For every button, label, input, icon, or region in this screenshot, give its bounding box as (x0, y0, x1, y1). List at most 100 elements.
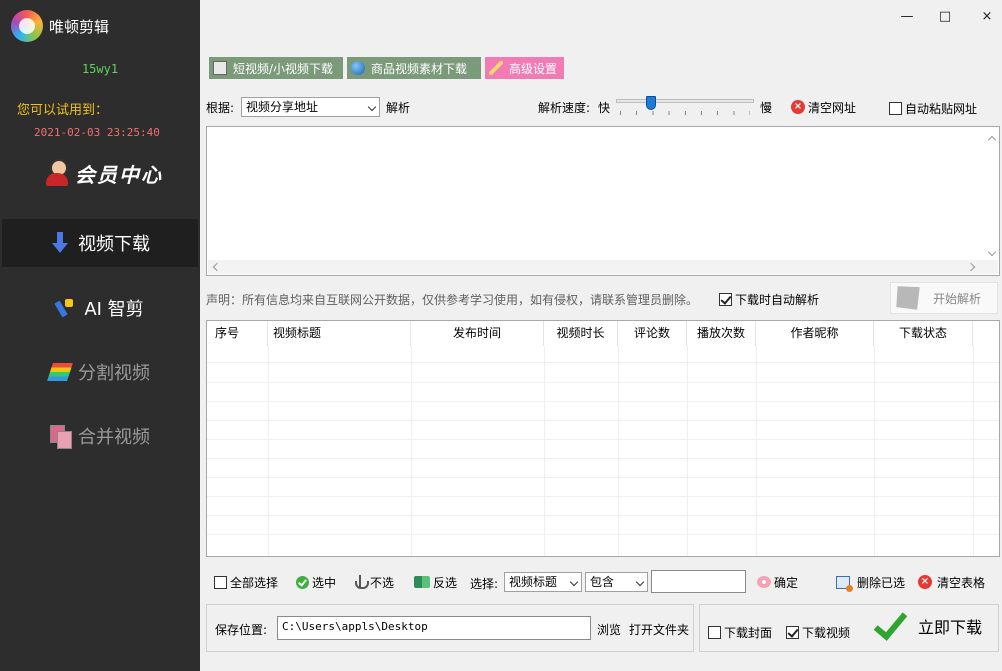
member-center-button[interactable]: 会员中心 (44, 156, 174, 190)
invert-icon (414, 576, 430, 588)
table-column-divider (268, 346, 269, 556)
clear-table-label: 清空表格 (937, 575, 986, 590)
confirm-filter-button[interactable]: 确定 (757, 572, 798, 592)
table-header-title[interactable]: 视频标题 (268, 321, 411, 346)
scroll-left-icon[interactable] (212, 262, 222, 272)
filter-field-select[interactable]: 视频标题 (504, 572, 582, 592)
clear-circle-icon: × (791, 100, 805, 114)
filter-field-value: 视频标题 (509, 575, 558, 589)
tab-label: 高级设置 (509, 61, 558, 76)
minimize-button[interactable]: — (897, 8, 917, 26)
download-cover-checkbox[interactable]: 下载封面 (708, 624, 772, 641)
speed-slider-ticks (620, 111, 750, 115)
filter-text-input[interactable] (651, 570, 746, 593)
table-row (207, 401, 999, 402)
clear-url-button[interactable]: × 清空网址 (787, 96, 859, 118)
document-icon (213, 61, 227, 75)
start-parse-button[interactable]: 开始解析 (890, 282, 998, 314)
chevron-down-icon (367, 102, 377, 112)
scroll-down-icon[interactable] (987, 247, 997, 257)
table-column-divider (544, 346, 545, 556)
scroll-up-icon[interactable] (987, 135, 997, 145)
table-row (207, 362, 999, 363)
clear-url-label: 清空网址 (808, 100, 857, 115)
close-button[interactable]: × (977, 8, 997, 26)
table-column-divider (874, 346, 875, 556)
unselect-label: 不选 (370, 575, 395, 590)
invert-selection-button[interactable]: 反选 (414, 572, 457, 592)
select-button[interactable]: 选中 (296, 572, 336, 592)
disclaimer-text: 声明：所有信息均来自互联网公开数据，仅供参考学习使用，如有侵权，请联系管理员删除… (206, 293, 699, 307)
tab-product-video-download[interactable]: 商品视频素材下载 (347, 57, 481, 79)
table-row (207, 382, 999, 383)
source-label: 根据: (206, 101, 235, 115)
ai-wand-icon (56, 297, 76, 319)
open-folder-button[interactable]: 打开文件夹 (629, 621, 689, 638)
table-column-divider (756, 346, 757, 556)
parse-label: 解析 (386, 101, 411, 115)
username: 15wy1 (81, 62, 119, 76)
speed-slider-track[interactable] (616, 99, 754, 103)
member-avatar-icon (44, 159, 70, 187)
maximize-button[interactable]: □ (935, 8, 955, 26)
download-video-checkbox[interactable]: 下载视频 (786, 624, 850, 641)
chevron-down-icon (569, 577, 579, 587)
invert-label: 反选 (433, 575, 458, 590)
horizontal-scrollbar[interactable] (208, 260, 998, 274)
clear-circle-icon: × (918, 575, 932, 589)
filter-mode-select[interactable]: 包含 (585, 572, 648, 592)
table-header-status[interactable]: 下载状态 (874, 321, 973, 346)
table-column-divider (687, 346, 688, 556)
table-header-index[interactable]: 序号 (207, 321, 268, 346)
split-stripes-icon (47, 363, 73, 381)
table-header-publish-time[interactable]: 发布时间 (411, 321, 544, 346)
sidebar-item-video-download[interactable]: 视频下载 (2, 219, 198, 267)
clear-table-button[interactable]: × 清空表格 (918, 572, 985, 592)
table-column-divider (411, 346, 412, 556)
unselect-button[interactable]: 不选 (354, 572, 394, 592)
speed-slider-thumb[interactable] (646, 96, 657, 110)
tab-advanced-settings[interactable]: 高级设置 (485, 57, 564, 79)
close-icon: × (981, 9, 993, 24)
delete-selected-button[interactable]: 删除已选 (836, 572, 905, 592)
tab-label: 短视频/小视频下载 (233, 61, 334, 76)
checkbox-box (214, 575, 227, 589)
download-video-label: 下载视频 (802, 626, 851, 640)
save-location-label: 保存位置: (215, 623, 268, 637)
table-header-author[interactable]: 作者昵称 (756, 321, 874, 346)
table-row (207, 420, 999, 421)
source-select[interactable]: 视频分享地址 (241, 97, 380, 117)
maximize-icon: □ (938, 9, 952, 24)
url-input-area[interactable] (206, 126, 1000, 276)
auto-parse-checkbox[interactable]: 下载时自动解析 (719, 291, 819, 308)
table-row (207, 458, 999, 459)
select-all-checkbox[interactable]: 全部选择 (214, 572, 278, 592)
table-header-duration[interactable]: 视频时长 (544, 321, 618, 346)
sidebar-item-split-video[interactable]: 分割视频 (2, 348, 198, 396)
auto-paste-checkbox[interactable]: 自动粘贴网址 (889, 100, 977, 117)
table-column-divider (618, 346, 619, 556)
trial-date: 2021-02-03 23:25:40 (34, 126, 160, 139)
anchor-icon (354, 575, 369, 589)
app-title: 唯顿剪辑 (49, 18, 110, 36)
checkbox-box (889, 102, 902, 115)
sidebar-item-label: 分割视频 (78, 363, 150, 384)
speed-slow-label: 慢 (760, 101, 773, 115)
scroll-right-icon[interactable] (966, 262, 976, 272)
table-header-plays[interactable]: 播放次数 (687, 321, 756, 346)
sidebar-item-label: 视频下载 (78, 234, 150, 255)
confirm-label: 确定 (774, 575, 799, 590)
sidebar-item-ai-edit[interactable]: AI 智剪 (2, 284, 198, 332)
browse-button[interactable]: 浏览 (597, 621, 621, 638)
delete-selected-label: 删除已选 (857, 575, 906, 590)
tab-short-video-download[interactable]: 短视频/小视频下载 (209, 57, 343, 79)
checkmark-icon (874, 611, 904, 641)
results-table[interactable]: 序号 视频标题 发布时间 视频时长 评论数 播放次数 作者昵称 下载状态 (206, 320, 1000, 557)
download-arrow-icon (50, 232, 70, 254)
download-now-button[interactable]: 立即下载 (870, 606, 994, 646)
save-path-input[interactable]: C:\Users\appls\Desktop (277, 616, 591, 640)
check-circle-icon (296, 575, 309, 589)
table-header-comments[interactable]: 评论数 (618, 321, 687, 346)
start-parse-label: 开始解析 (933, 291, 982, 306)
sidebar-item-merge-video[interactable]: 合并视频 (2, 412, 198, 460)
